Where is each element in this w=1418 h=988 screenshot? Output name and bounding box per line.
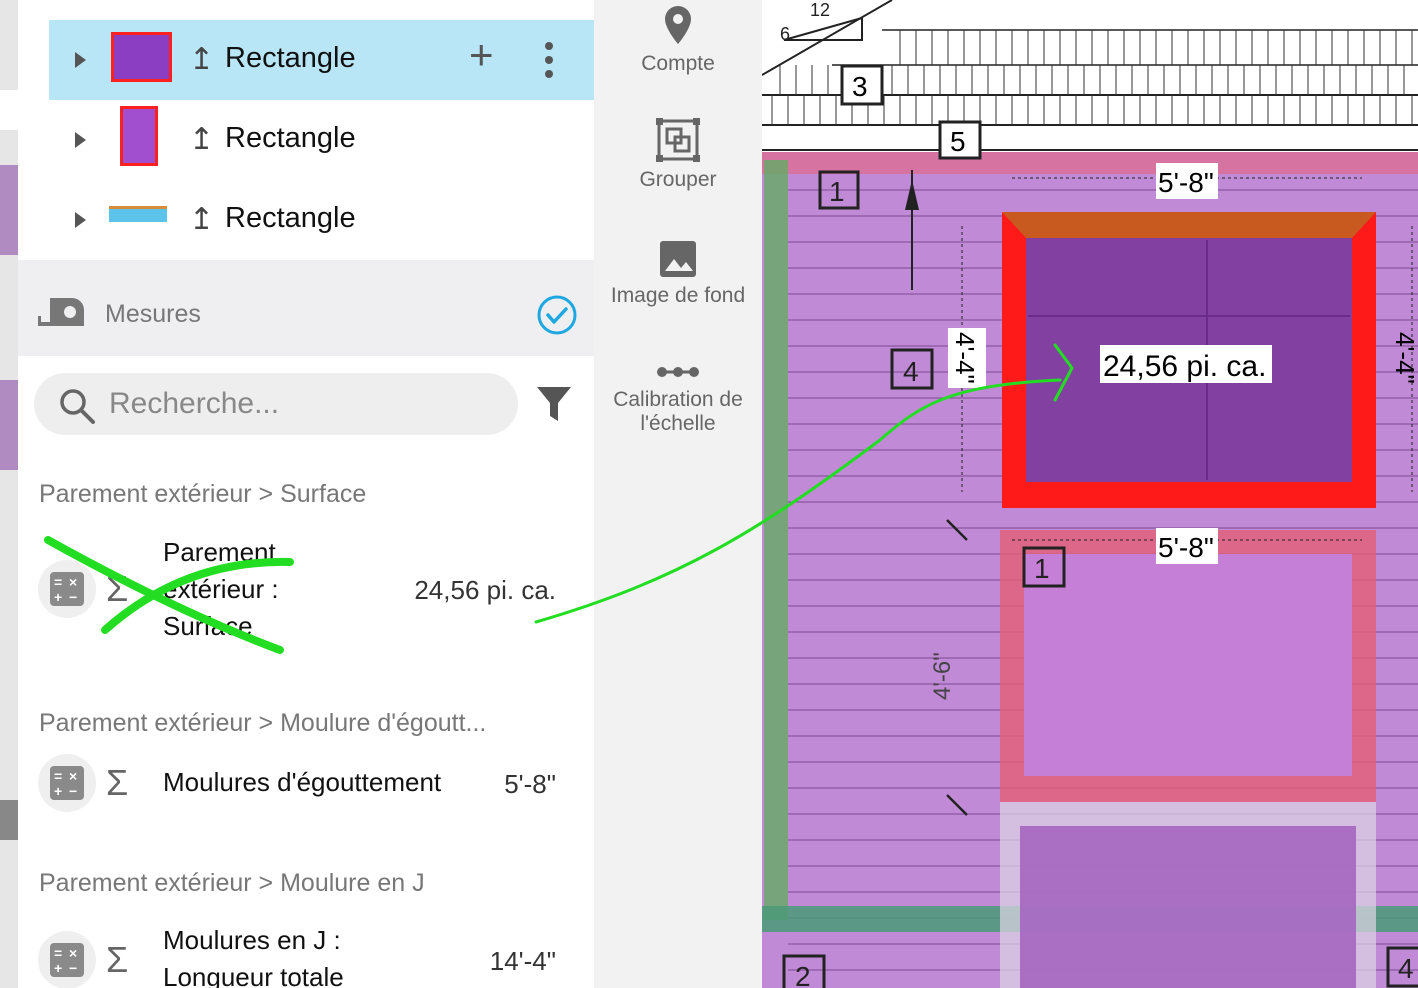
layers-panel: ↥ Rectangle + ↥ Rectangle ↥ Rectangle Me… [18, 0, 594, 988]
calculator-icon: = × + − [38, 931, 96, 988]
more-vert-icon[interactable] [545, 42, 553, 78]
measure-value: 14'-4" [489, 946, 556, 976]
measure-item-name[interactable]: Parement extérieur : Surface [163, 534, 279, 645]
edge-fragment [0, 800, 18, 840]
drip-cap [1002, 212, 1376, 238]
name-line: Parement [163, 537, 276, 567]
search-icon [60, 389, 95, 424]
name-line: Moulures en J : [163, 925, 341, 955]
expand-caret-icon[interactable] [75, 212, 86, 228]
move-up-icon[interactable]: ↥ [189, 202, 214, 237]
group-title: Parement extérieur > Moulure d'égoutt... [39, 709, 487, 737]
tag: 3 [852, 71, 868, 102]
mesures-header[interactable]: Mesures [18, 260, 594, 356]
compte-tool[interactable]: Compte [594, 0, 762, 76]
measure-value: 24,56 pi. ca. [414, 575, 556, 605]
edge-fragment [0, 165, 18, 255]
group-title: Parement extérieur > Surface [39, 480, 367, 508]
area-label: 24,56 pi. ca. [1103, 350, 1266, 383]
lower-window-glass [1024, 554, 1352, 776]
grouper-tool[interactable]: Grouper [594, 118, 762, 192]
sigma-icon: Σ [106, 568, 129, 609]
slope-run: 12 [810, 0, 830, 20]
sigma-icon: Σ [106, 939, 129, 980]
tool-label: Grouper [639, 168, 717, 191]
add-icon[interactable]: + [469, 34, 494, 76]
image-icon [660, 241, 696, 277]
slope-rise: 6 [780, 24, 790, 44]
measure-item-name[interactable]: Moulures d'égouttement [163, 764, 441, 801]
expand-caret-icon[interactable] [75, 132, 86, 148]
tag: 1 [829, 176, 845, 207]
tool-rail: Compte Grouper Image de fond Calibration… [594, 0, 762, 988]
tool-label: Calibration de [613, 388, 743, 411]
map-pin-icon [665, 6, 691, 44]
corner-trim [764, 160, 788, 920]
door-panel [1020, 826, 1356, 988]
edge-strip [0, 0, 18, 988]
background-image-tool[interactable]: Image de fond [594, 240, 762, 308]
top-trim [762, 152, 1418, 174]
mesures-title: Mesures [105, 300, 201, 328]
plan-canvas[interactable]: 6 12 24,56 pi. ca. 5'-8" 5'-8" 4'-4" 4'-… [762, 0, 1418, 988]
calculator-icon: = × + − [38, 560, 96, 618]
calibration-tool[interactable]: Calibration de l'échelle [594, 362, 762, 436]
tool-label: Compte [641, 52, 715, 75]
plan-drawing[interactable]: 6 12 24,56 pi. ca. 5'-8" 5'-8" 4'-4" 4'-… [762, 0, 1418, 988]
group-icon [656, 118, 700, 162]
tag: 1 [1034, 553, 1050, 584]
tag: 4 [1398, 953, 1414, 984]
layer-row-2[interactable]: ↥ Rectangle [49, 100, 594, 180]
layer-label: Rectangle [225, 122, 356, 154]
search-placeholder: Recherche... [109, 387, 280, 420]
tag: 4 [903, 356, 919, 387]
tag: 5 [950, 126, 966, 157]
measure-item-name[interactable]: Moulures en J : Longueur totale [163, 922, 344, 988]
dim-top: 5'-8" [1158, 167, 1214, 198]
move-up-icon[interactable]: ↥ [189, 42, 214, 77]
edge-fragment [0, 90, 18, 130]
layer-thumbnail [109, 206, 167, 222]
tag: 2 [795, 961, 811, 988]
name-line: Surface [163, 611, 253, 641]
layer-label: Rectangle [225, 202, 356, 234]
tape-measure-icon [38, 298, 84, 326]
layer-label: Rectangle [225, 42, 356, 74]
dim-left: 4'-4" [950, 332, 980, 384]
calculator-icon: = × + − [38, 754, 96, 812]
name-line: extérieur : [163, 574, 279, 604]
filter-icon[interactable] [536, 385, 572, 423]
sigma-icon: Σ [106, 762, 129, 803]
move-up-icon[interactable]: ↥ [189, 122, 214, 157]
tool-label: l'échelle [640, 412, 716, 435]
expand-caret-icon[interactable] [75, 52, 86, 68]
dim-bottom: 5'-8" [1158, 532, 1214, 563]
dim-lower: 4'-6" [929, 652, 956, 700]
layer-thumbnail [120, 106, 158, 166]
calibration-icon [657, 367, 699, 377]
check-circle-icon[interactable] [536, 294, 578, 336]
layer-thumbnail [111, 32, 172, 82]
layer-row-3[interactable]: ↥ Rectangle [49, 180, 594, 260]
dim-right: 4'-4" [1390, 332, 1418, 384]
layer-row-1[interactable]: ↥ Rectangle + [49, 20, 594, 100]
name-line: Moulures d'égouttement [163, 767, 442, 797]
measure-value: 5'-8" [504, 769, 556, 799]
search-input[interactable]: Recherche... [34, 373, 518, 435]
group-title: Parement extérieur > Moulure en J [39, 869, 425, 897]
edge-fragment [0, 380, 18, 470]
name-line: Longueur totale [163, 962, 344, 988]
tool-label: Image de fond [610, 284, 746, 307]
